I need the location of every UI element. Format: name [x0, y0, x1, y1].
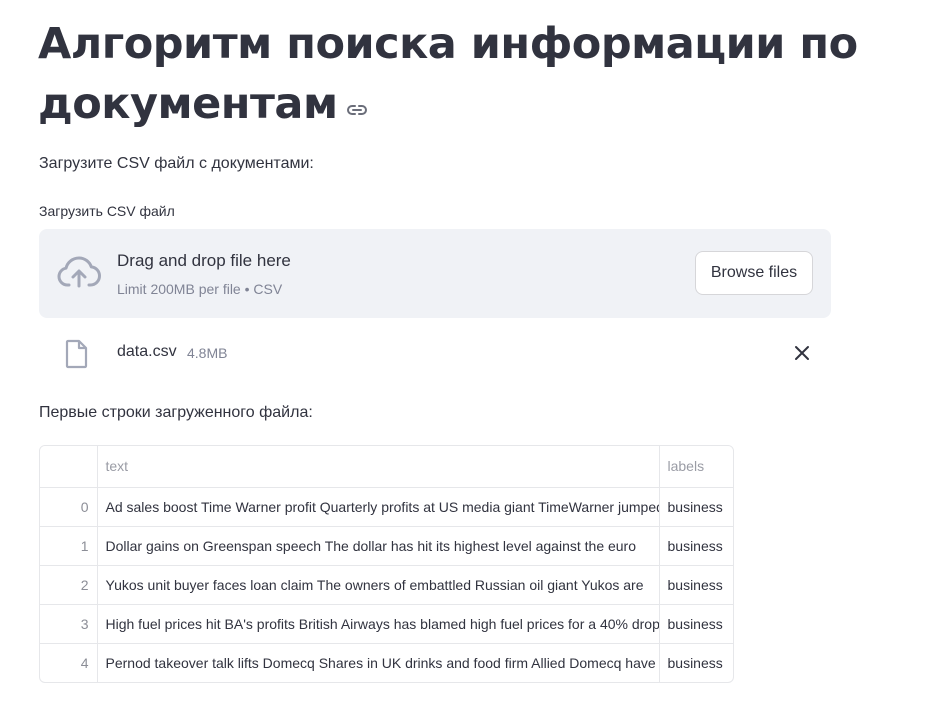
- row-index[interactable]: 4: [40, 643, 98, 682]
- row-index[interactable]: 2: [40, 565, 98, 605]
- cell-labels[interactable]: business: [659, 487, 733, 527]
- cell-labels[interactable]: business: [659, 604, 733, 644]
- cell-text[interactable]: Yukos unit buyer faces loan claim The ow…: [97, 565, 660, 605]
- cell-labels[interactable]: business: [659, 526, 733, 566]
- cell-labels[interactable]: business: [659, 565, 733, 605]
- close-icon: [795, 346, 809, 360]
- intro-text: Загрузите CSV файл с документами:: [39, 155, 314, 172]
- dropzone-title: Drag and drop file here: [117, 251, 291, 270]
- table-row: 2 Yukos unit buyer faces loan claim The …: [40, 565, 733, 605]
- link-icon[interactable]: [346, 73, 368, 133]
- row-index[interactable]: 0: [40, 487, 98, 527]
- preview-label: Первые строки загруженного файла:: [39, 404, 313, 421]
- table-row: 1 Dollar gains on Greenspan speech The d…: [40, 526, 733, 566]
- uploaded-file-size: 4.8MB: [187, 345, 228, 361]
- table-header-row: text labels: [40, 446, 733, 488]
- page-title: Алгоритм поиска информации по документам: [38, 14, 858, 137]
- cell-text[interactable]: Ad sales boost Time Warner profit Quarte…: [97, 487, 660, 527]
- cloud-upload-icon: [57, 255, 101, 294]
- row-index[interactable]: 1: [40, 526, 98, 566]
- table-row: 4 Pernod takeover talk lifts Domecq Shar…: [40, 643, 733, 682]
- column-header-text[interactable]: text: [97, 446, 660, 488]
- column-header-index[interactable]: [40, 446, 98, 488]
- remove-file-button[interactable]: [791, 342, 813, 364]
- browse-files-button[interactable]: Browse files: [695, 251, 813, 295]
- file-dropzone[interactable]: Drag and drop file here Limit 200MB per …: [39, 229, 831, 318]
- table-row: 3 High fuel prices hit BA's profits Brit…: [40, 604, 733, 644]
- data-preview-table[interactable]: text labels 0 Ad sales boost Time Warner…: [39, 445, 734, 683]
- uploaded-file-name: data.csv: [117, 343, 177, 360]
- table-row: 0 Ad sales boost Time Warner profit Quar…: [40, 487, 733, 527]
- column-header-labels[interactable]: labels: [659, 446, 733, 488]
- app-page: Алгоритм поиска информации по документам…: [0, 0, 925, 709]
- uploaded-file-row: data.csv 4.8MB: [39, 334, 831, 372]
- page-title-text: Алгоритм поиска информации по документам: [38, 19, 858, 129]
- uploader-label: Загрузить CSV файл: [39, 203, 175, 219]
- cell-labels[interactable]: business: [659, 643, 733, 682]
- cell-text[interactable]: High fuel prices hit BA's profits Britis…: [97, 604, 660, 644]
- cell-text[interactable]: Pernod takeover talk lifts Domecq Shares…: [97, 643, 660, 682]
- dropzone-subtitle: Limit 200MB per file • CSV: [117, 281, 283, 297]
- file-icon: [65, 339, 89, 374]
- row-index[interactable]: 3: [40, 604, 98, 644]
- cell-text[interactable]: Dollar gains on Greenspan speech The dol…: [97, 526, 660, 566]
